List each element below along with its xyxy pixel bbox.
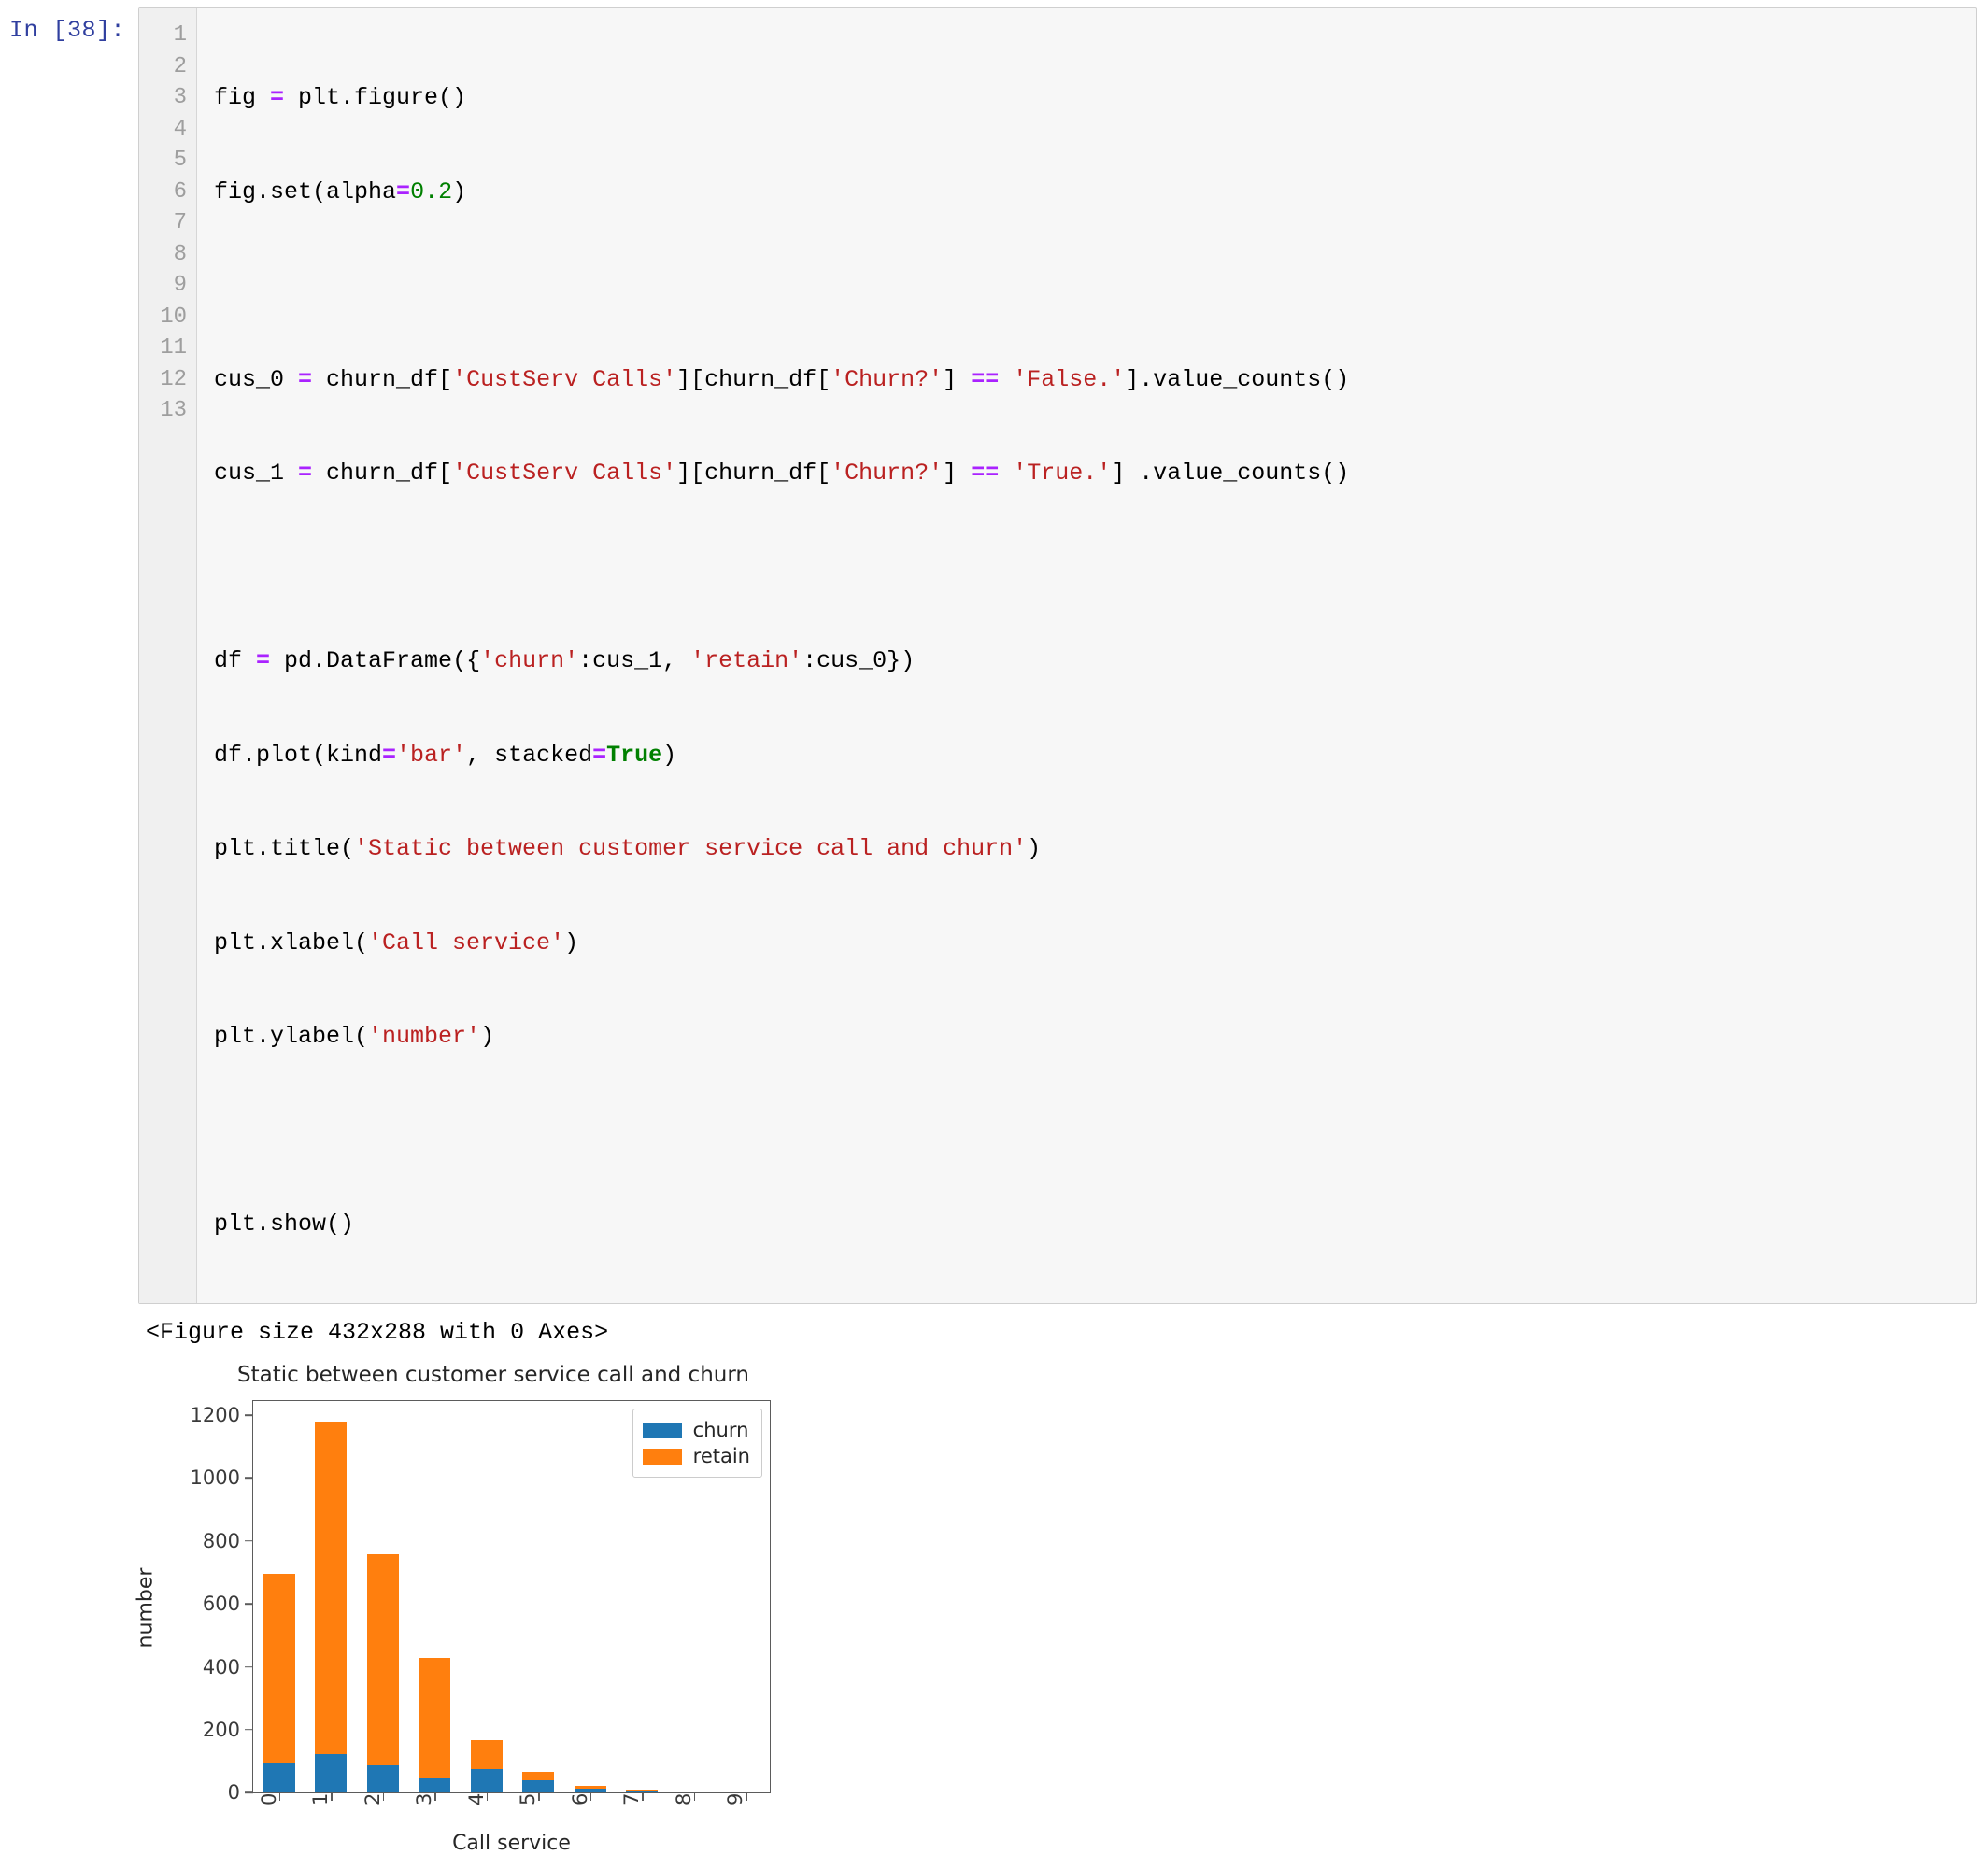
x-tick-label: 3 [413, 1793, 435, 1805]
line-number: 1 [139, 20, 187, 51]
legend-item-churn[interactable]: churn [643, 1417, 750, 1443]
code-line: cus_1 = churn_df['CustServ Calls'][churn… [214, 458, 1976, 489]
line-number: 12 [139, 364, 187, 396]
x-tick-label: 6 [569, 1793, 591, 1805]
bar-segment-retain [522, 1772, 554, 1780]
code-line: plt.ylabel('number') [214, 1021, 1976, 1053]
bar-segment-churn [522, 1780, 554, 1792]
x-tick-label: 5 [517, 1793, 539, 1805]
cell-figure-output: Static between customer service call and… [0, 1363, 1988, 1848]
bar-group [522, 1772, 554, 1792]
code-text-area[interactable]: fig = plt.figure() fig.set(alpha=0.2) cu… [197, 8, 1976, 1303]
legend-item-retain[interactable]: retain [643, 1443, 750, 1469]
plot-area: 020040060080010001200 0123456789 churn r… [252, 1400, 771, 1793]
y-axis-label: number [135, 1568, 158, 1649]
x-tick-label: 8 [673, 1793, 695, 1805]
cell-text-output: <Figure size 432x288 with 0 Axes> [0, 1317, 1988, 1349]
x-tick-label: 4 [465, 1793, 488, 1805]
bar-segment-retain [471, 1740, 503, 1768]
code-line [214, 1115, 1976, 1147]
line-number: 11 [139, 333, 187, 364]
y-tick-label: 800 [203, 1530, 253, 1552]
bar-group [419, 1658, 450, 1792]
bar-segment-retain [315, 1422, 347, 1755]
code-line: df = pd.DataFrame({'churn':cus_1, 'retai… [214, 645, 1976, 677]
code-line: plt.show() [214, 1209, 1976, 1240]
line-number: 13 [139, 395, 187, 427]
line-number: 4 [139, 114, 187, 146]
y-tick-label: 600 [203, 1593, 253, 1615]
code-editor[interactable]: 1 2 3 4 5 6 7 8 9 10 11 12 13 fig = plt.… [138, 7, 1977, 1304]
notebook-code-cell: In [38]: 1 2 3 4 5 6 7 8 9 10 11 12 13 f… [0, 0, 1988, 1304]
bar-segment-retain [263, 1574, 295, 1764]
bar-segment-retain [419, 1658, 450, 1779]
bar-group [471, 1740, 503, 1792]
code-line: df.plot(kind='bar', stacked=True) [214, 740, 1976, 772]
bar-segment-churn [315, 1754, 347, 1792]
chart-title: Static between customer service call and… [138, 1363, 848, 1387]
legend-label: retain [693, 1445, 750, 1467]
y-tick-label: 1200 [191, 1404, 253, 1426]
y-tick-label: 0 [228, 1781, 253, 1804]
y-tick-label: 400 [203, 1656, 253, 1678]
chart-legend[interactable]: churn retain [632, 1409, 762, 1478]
code-line: plt.title('Static between customer servi… [214, 833, 1976, 865]
line-number-gutter: 1 2 3 4 5 6 7 8 9 10 11 12 13 [139, 8, 197, 1303]
bar-group [575, 1786, 606, 1792]
bar-group [367, 1554, 399, 1793]
bar-group [263, 1574, 295, 1793]
bar-segment-churn [263, 1763, 295, 1792]
matplotlib-figure: Static between customer service call and… [138, 1363, 848, 1848]
y-tick-label: 200 [203, 1719, 253, 1741]
bar-group [315, 1422, 347, 1793]
bar-segment-churn [471, 1769, 503, 1793]
figure-repr-text: <Figure size 432x288 with 0 Axes> [138, 1317, 608, 1349]
line-number: 7 [139, 207, 187, 239]
line-number: 6 [139, 177, 187, 208]
x-axis-label: Call service [252, 1832, 771, 1855]
x-tick-label: 1 [309, 1793, 332, 1805]
x-tick-label: 2 [362, 1793, 384, 1805]
bar-segment-retain [367, 1554, 399, 1765]
x-tick-label: 0 [258, 1793, 280, 1805]
code-line: cus_0 = churn_df['CustServ Calls'][churn… [214, 364, 1976, 396]
line-number: 8 [139, 239, 187, 271]
code-line [214, 270, 1976, 302]
y-tick-label: 1000 [191, 1466, 253, 1489]
x-tick-label: 7 [620, 1793, 643, 1805]
line-number: 3 [139, 82, 187, 114]
legend-label: churn [693, 1419, 749, 1441]
code-line: fig.set(alpha=0.2) [214, 177, 1976, 208]
line-number: 10 [139, 302, 187, 333]
bar-segment-churn [367, 1765, 399, 1792]
bar-segment-churn [419, 1778, 450, 1792]
input-prompt-label: In [38]: [0, 7, 138, 42]
line-number: 9 [139, 270, 187, 302]
line-number: 5 [139, 145, 187, 177]
code-line: plt.xlabel('Call service') [214, 928, 1976, 959]
legend-swatch-icon [643, 1449, 682, 1465]
legend-swatch-icon [643, 1423, 682, 1438]
code-line [214, 552, 1976, 584]
x-tick-label: 9 [724, 1793, 746, 1805]
line-number: 2 [139, 51, 187, 83]
code-line: fig = plt.figure() [214, 82, 1976, 114]
